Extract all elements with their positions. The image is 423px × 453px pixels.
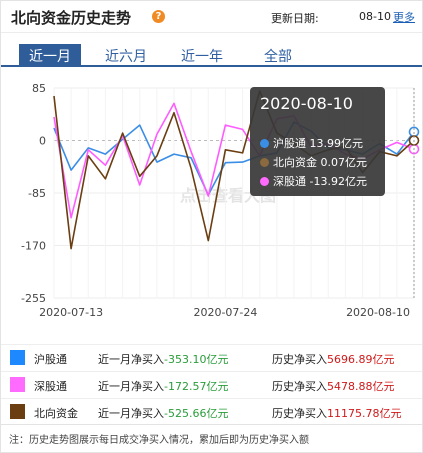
tooltip-dot-icon bbox=[260, 158, 269, 167]
legend-row-north[interactable]: 北向资金 近一月净买入-525.66亿元 历史净买入11175.78亿元 bbox=[1, 398, 422, 424]
history-value: 11175.78亿元 bbox=[327, 407, 402, 420]
legend-recent: 近一月净买入-353.10亿元 bbox=[98, 351, 228, 367]
legend-name: 深股通 bbox=[34, 380, 67, 393]
y-tick-label: 0 bbox=[39, 135, 46, 148]
history-label: 历史净买入 bbox=[272, 353, 327, 366]
tooltip-north-value: 0.07亿元 bbox=[320, 156, 368, 169]
history-value: 5696.89亿元 bbox=[327, 353, 395, 366]
history-value: 5478.88亿元 bbox=[327, 380, 395, 393]
legend-recent: 近一月净买入-525.66亿元 bbox=[98, 405, 228, 421]
y-tick-label: -255 bbox=[21, 292, 46, 305]
recent-label: 近一月净买入 bbox=[98, 353, 164, 366]
legend-history: 历史净买入5696.89亿元 bbox=[272, 351, 395, 367]
y-tick-label: -85 bbox=[28, 187, 46, 200]
y-tick-label: -170 bbox=[21, 240, 46, 253]
panel-header: 北向资金历史走势 ? 更新日期: 08-10 更多 bbox=[1, 1, 422, 33]
tooltip-dot-icon bbox=[260, 177, 269, 186]
update-date-value: 08-10 bbox=[359, 10, 391, 23]
legend-history: 历史净买入5478.88亿元 bbox=[272, 378, 395, 394]
legend-row-sz[interactable]: 深股通 近一月净买入-172.57亿元 历史净买入5478.88亿元 bbox=[1, 371, 422, 397]
legend-swatch bbox=[10, 350, 25, 365]
recent-label: 近一月净买入 bbox=[98, 407, 164, 420]
north-bound-panel: 北向资金历史走势 ? 更新日期: 08-10 更多 近一月 近六月 近一年 全部… bbox=[0, 0, 423, 453]
x-tick-label: 2020-07-13 bbox=[39, 306, 103, 319]
legend-name: 北向资金 bbox=[34, 407, 78, 420]
tooltip-sh-value: 13.99亿元 bbox=[309, 137, 364, 150]
tooltip-sh-name: 沪股通 bbox=[273, 137, 306, 150]
tooltip-dot-icon bbox=[260, 139, 269, 148]
legend-name: 沪股通 bbox=[34, 353, 67, 366]
x-tick-label: 2020-08-10 bbox=[346, 306, 410, 319]
tooltip-sz-name: 深股通 bbox=[273, 175, 306, 188]
chart-tooltip: 2020-08-10 沪股通 13.99亿元 北向资金 0.07亿元 深股通 -… bbox=[250, 87, 385, 196]
tooltip-date: 2020-08-10 bbox=[260, 94, 353, 113]
tooltip-row-sh: 沪股通 13.99亿元 bbox=[260, 135, 363, 151]
recent-label: 近一月净买入 bbox=[98, 380, 164, 393]
recent-value: -172.57亿元 bbox=[164, 380, 229, 393]
history-label: 历史净买入 bbox=[272, 380, 327, 393]
legend-row-sh[interactable]: 沪股通 近一月净买入-353.10亿元 历史净买入5696.89亿元 bbox=[1, 344, 422, 370]
tab-all[interactable]: 全部 bbox=[254, 44, 302, 67]
history-label: 历史净买入 bbox=[272, 407, 327, 420]
update-date-label: 更新日期: bbox=[271, 12, 319, 25]
panel-title: 北向资金历史走势 bbox=[11, 9, 132, 27]
x-tick-label: 2020-07-24 bbox=[193, 306, 257, 319]
tooltip-north-name: 北向资金 bbox=[273, 156, 317, 169]
tooltip-row-north: 北向资金 0.07亿元 bbox=[260, 154, 367, 170]
y-tick-label: 85 bbox=[32, 82, 46, 95]
legend-swatch bbox=[10, 377, 25, 392]
tooltip-sz-value: -13.92亿元 bbox=[309, 175, 367, 188]
tooltip-row-sz: 深股通 -13.92亿元 bbox=[260, 173, 367, 189]
tab-6-months[interactable]: 近六月 bbox=[95, 44, 157, 67]
legend-history: 历史净买入11175.78亿元 bbox=[272, 405, 402, 421]
help-icon[interactable]: ? bbox=[152, 10, 165, 23]
tab-1-month[interactable]: 近一月 bbox=[19, 44, 81, 67]
recent-value: -353.10亿元 bbox=[164, 353, 229, 366]
recent-value: -525.66亿元 bbox=[164, 407, 229, 420]
legend-swatch bbox=[10, 404, 25, 419]
legend-recent: 近一月净买入-172.57亿元 bbox=[98, 378, 228, 394]
more-link[interactable]: 更多 bbox=[393, 9, 415, 25]
period-tabs: 近一月 近六月 近一年 全部 bbox=[1, 41, 422, 67]
footnote: 注：历史走势图展示每日成交净买入情况，累加后即为历史净买入额 bbox=[1, 424, 422, 453]
tab-1-year[interactable]: 近一年 bbox=[171, 44, 233, 67]
